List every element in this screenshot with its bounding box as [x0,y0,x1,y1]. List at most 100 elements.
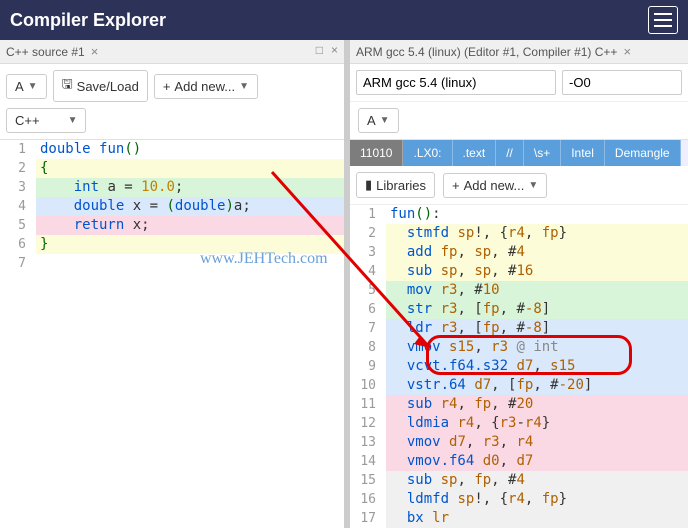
line-number: 5 [350,281,386,300]
source-pane: C++ source #1 × □ × A▼ 🖫 Save/Load + Add… [0,40,350,528]
lib-row: ▮ Libraries + Add new...▼ [350,166,688,205]
right-toolbar-font: A▼ [350,102,688,140]
code-text: vmov s15, r3 @ int [386,338,688,357]
line-number: 9 [350,357,386,376]
code-text: ldmfd sp!, {r4, fp} [386,490,688,509]
code-line[interactable]: 9 vcvt.f64.s32 d7, s15 [350,357,688,376]
left-toolbar: A▼ 🖫 Save/Load + Add new...▼ C++ ▼ [0,64,344,140]
compiler-input[interactable] [356,70,556,95]
line-number: 13 [350,433,386,452]
line-number: 4 [350,262,386,281]
filter-chip[interactable]: Demangle [605,140,681,166]
line-number: 3 [0,178,36,197]
code-line[interactable]: 10 vstr.64 d7, [fp, #-20] [350,376,688,395]
line-number: 3 [350,243,386,262]
line-number: 6 [350,300,386,319]
code-text: return x; [36,216,344,235]
code-text: vmov.f64 d0, d7 [386,452,688,471]
code-line[interactable]: 13 vmov d7, r3, r4 [350,433,688,452]
code-text: int a = 10.0; [36,178,344,197]
line-number: 4 [0,197,36,216]
code-text: vmov d7, r3, r4 [386,433,688,452]
close-icon[interactable]: × [623,44,631,59]
libraries-label: Libraries [376,178,426,193]
filter-chip[interactable]: \s+ [524,140,561,166]
font-size-button[interactable]: A▼ [358,108,399,133]
caret-down-icon: ▼ [528,180,538,191]
tab-compiler[interactable]: ARM gcc 5.4 (linux) (Editor #1, Compiler… [356,45,617,59]
code-line[interactable]: 7 [0,254,344,273]
compiler-row [350,64,688,102]
code-line[interactable]: 4 double x = (double)a; [0,197,344,216]
filter-chip[interactable]: .text [453,140,497,166]
code-line[interactable]: 16 ldmfd sp!, {r4, fp} [350,490,688,509]
window-controls: □ × [316,43,338,57]
code-line[interactable]: 5 mov r3, #10 [350,281,688,300]
code-line[interactable]: 1fun(): [350,205,688,224]
code-line[interactable]: 11 sub r4, fp, #20 [350,395,688,414]
code-line[interactable]: 8 vmov s15, r3 @ int [350,338,688,357]
save-load-button[interactable]: 🖫 Save/Load [53,70,148,102]
libraries-button[interactable]: ▮ Libraries [356,172,435,198]
code-text: vstr.64 d7, [fp, #-20] [386,376,688,395]
options-input[interactable] [562,70,682,95]
code-line[interactable]: 4 sub sp, sp, #16 [350,262,688,281]
code-line[interactable]: 5 return x; [0,216,344,235]
code-line[interactable]: 15 sub sp, fp, #4 [350,471,688,490]
code-text: sub sp, fp, #4 [386,471,688,490]
source-editor[interactable]: 1double fun()2{3 int a = 10.0;4 double x… [0,140,344,528]
code-line[interactable]: 3 int a = 10.0; [0,178,344,197]
code-text: sub r4, fp, #20 [386,395,688,414]
code-line[interactable]: 2 stmfd sp!, {r4, fp} [350,224,688,243]
lang-label: C++ [15,113,40,128]
filter-chip[interactable]: // [496,140,524,166]
line-number: 2 [350,224,386,243]
code-line[interactable]: 1double fun() [0,140,344,159]
code-line[interactable]: 3 add fp, sp, #4 [350,243,688,262]
panes: C++ source #1 × □ × A▼ 🖫 Save/Load + Add… [0,40,688,528]
close-icon[interactable]: × [331,43,338,57]
code-line[interactable]: 12 ldmia r4, {r3-r4} [350,414,688,433]
close-icon[interactable]: × [91,44,99,59]
asm-output[interactable]: 1fun():2 stmfd sp!, {r4, fp}3 add fp, sp… [350,205,688,528]
code-text: { [36,159,344,178]
top-bar: Compiler Explorer [0,0,688,40]
line-number: 10 [350,376,386,395]
code-text: sub sp, sp, #16 [386,262,688,281]
code-line[interactable]: 2{ [0,159,344,178]
code-text: ldmia r4, {r3-r4} [386,414,688,433]
line-number: 14 [350,452,386,471]
line-number: 1 [0,140,36,159]
code-text [36,254,344,273]
filter-chip[interactable]: 11010 [350,140,403,166]
language-select[interactable]: C++ ▼ [6,108,86,133]
line-number: 7 [350,319,386,338]
code-line[interactable]: 7 ldr r3, [fp, #-8] [350,319,688,338]
code-line[interactable]: 14 vmov.f64 d0, d7 [350,452,688,471]
add-new-button[interactable]: + Add new...▼ [443,173,547,198]
maximize-icon[interactable]: □ [316,43,323,57]
line-number: 17 [350,509,386,528]
code-text: vcvt.f64.s32 d7, s15 [386,357,688,376]
font-size-button[interactable]: A▼ [6,74,47,99]
add-new-button[interactable]: + Add new...▼ [154,74,258,99]
line-number: 2 [0,159,36,178]
code-line[interactable]: 6 str r3, [fp, #-8] [350,300,688,319]
tab-source[interactable]: C++ source #1 [6,45,85,59]
save-label: Save/Load [77,79,139,94]
floppy-icon: 🖫 [62,75,73,97]
addnew-label: Add new... [174,79,235,94]
filter-chip[interactable]: .LX0: [403,140,452,166]
menu-icon[interactable] [648,6,678,34]
compiler-pane: ARM gcc 5.4 (linux) (Editor #1, Compiler… [350,40,688,528]
code-text: double x = (double)a; [36,197,344,216]
line-number: 16 [350,490,386,509]
code-line[interactable]: 6} [0,235,344,254]
code-text: bx lr [386,509,688,528]
caret-down-icon: ▼ [380,115,390,126]
code-text: mov r3, #10 [386,281,688,300]
code-text: fun(): [386,205,688,224]
code-line[interactable]: 17 bx lr [350,509,688,528]
caret-down-icon: ▼ [28,81,38,92]
filter-chip[interactable]: Intel [561,140,605,166]
